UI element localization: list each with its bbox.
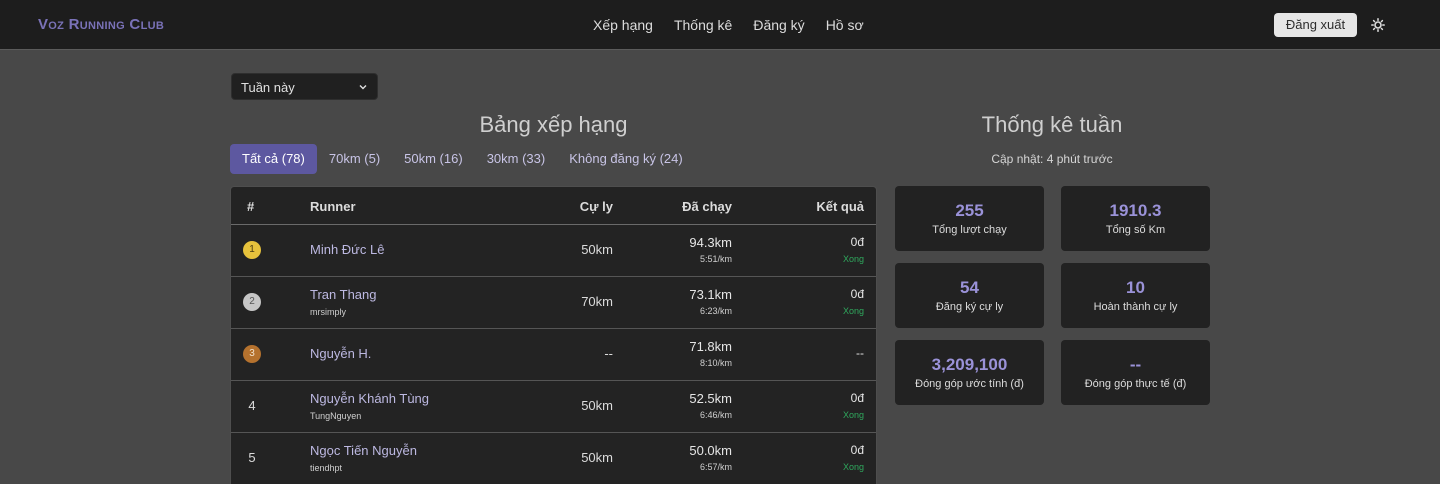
result-status: Xong xyxy=(842,410,864,420)
tab-30km[interactable]: 30km (33) xyxy=(475,144,558,174)
result-amount: -- xyxy=(856,346,864,360)
col-run: Đã chạy xyxy=(682,199,732,214)
km-run: 73.1km xyxy=(689,287,732,302)
km-run: 52.5km xyxy=(689,391,732,406)
nav-stats[interactable]: Thống kê xyxy=(674,17,732,33)
result-amount: 0đ xyxy=(850,235,864,249)
stat-value: 1910.3 xyxy=(1109,201,1162,220)
rank-number: 4 xyxy=(248,398,256,413)
table-row: 1 Minh Đức Lê 50km 94.3km 5:51/km 0đ Xon… xyxy=(231,225,876,277)
sun-icon[interactable] xyxy=(1371,18,1385,32)
table-header: # Runner Cự ly Đã chạy Kết quả xyxy=(231,187,876,225)
main-nav: Xếp hạng Thống kê Đăng ký Hồ sơ xyxy=(593,17,864,33)
pace: 5:51/km xyxy=(699,254,732,264)
tab-all[interactable]: Tất cả (78) xyxy=(230,144,317,174)
runner-name[interactable]: Ngọc Tiến Nguyễn xyxy=(310,443,417,458)
pace: 6:57/km xyxy=(699,462,732,472)
silver-medal-icon: 2 xyxy=(243,293,261,311)
leaderboard-title: Bảng xếp hạng xyxy=(479,112,628,137)
brand-logo[interactable]: Voz Running Club xyxy=(38,16,164,33)
stat-label: Đóng góp thực tế (đ) xyxy=(1084,378,1187,390)
col-runner: Runner xyxy=(310,199,356,214)
col-distance: Cự ly xyxy=(579,199,613,214)
chevron-down-icon xyxy=(359,85,367,90)
table-row: 2 Tran Thang mrsimply 70km 73.1km 6:23/k… xyxy=(231,277,876,329)
stat-card-actual-contribution: -- Đóng góp thực tế (đ) xyxy=(1061,340,1210,405)
km-run: 71.8km xyxy=(689,339,732,354)
bronze-medal-icon: 3 xyxy=(243,345,261,363)
stat-card-completed: 10 Hoàn thành cự ly xyxy=(1061,263,1210,328)
nav-profile[interactable]: Hồ sơ xyxy=(826,17,864,33)
runner-name[interactable]: Minh Đức Lê xyxy=(310,242,384,257)
stat-card-total-km: 1910.3 Tổng số Km xyxy=(1061,186,1210,251)
stat-label: Đóng góp ước tính (đ) xyxy=(915,378,1024,390)
stat-card-estimated-contribution: 3,209,100 Đóng góp ước tính (đ) xyxy=(895,340,1044,405)
rank-number: 5 xyxy=(248,450,256,465)
top-navbar: Voz Running Club Xếp hạng Thống kê Đăng … xyxy=(0,0,1440,50)
target-distance: 50km xyxy=(581,398,613,413)
nav-register[interactable]: Đăng ký xyxy=(753,17,804,33)
stat-value: 3,209,100 xyxy=(931,355,1008,374)
result-amount: 0đ xyxy=(850,443,864,457)
stat-label: Tổng số Km xyxy=(1105,224,1166,236)
result-status: Xong xyxy=(842,254,864,264)
period-select[interactable]: Tuần này xyxy=(231,73,378,100)
stat-label: Tổng lượt chạy xyxy=(932,224,1007,236)
runner-name[interactable]: Nguyễn Khánh Tùng xyxy=(310,391,429,406)
pace: 6:46/km xyxy=(699,410,732,420)
logout-button[interactable]: Đăng xuất xyxy=(1274,13,1357,37)
pace: 6:23/km xyxy=(699,306,732,316)
stat-value: 10 xyxy=(1126,278,1145,297)
tab-unregistered[interactable]: Không đăng ký (24) xyxy=(557,144,694,174)
runner-username: tiendhpt xyxy=(310,463,343,473)
target-distance: 50km xyxy=(581,450,613,465)
result-status: Xong xyxy=(842,462,864,472)
stat-value: 54 xyxy=(960,278,979,297)
tab-70km[interactable]: 70km (5) xyxy=(317,144,392,174)
nav-leaderboard[interactable]: Xếp hạng xyxy=(593,17,653,33)
table-row: 3 Nguyễn H. -- 71.8km 8:10/km -- xyxy=(231,329,876,381)
col-rank: # xyxy=(247,199,255,214)
result-status: Xong xyxy=(842,306,864,316)
table-row: 5 Ngọc Tiến Nguyễn tiendhpt 50km 50.0km … xyxy=(231,433,876,484)
runner-username: mrsimply xyxy=(310,307,346,317)
stat-value: 255 xyxy=(955,201,984,220)
runner-username: TungNguyen xyxy=(310,411,362,421)
km-run: 94.3km xyxy=(689,235,732,250)
period-select-value: Tuần này xyxy=(241,80,295,95)
target-distance: 70km xyxy=(581,294,613,309)
category-tabs: Tất cả (78) 70km (5) 50km (16) 30km (33)… xyxy=(230,144,695,174)
col-result: Kết quả xyxy=(816,199,864,214)
km-run: 50.0km xyxy=(689,443,732,458)
result-amount: 0đ xyxy=(850,391,864,405)
target-distance: 50km xyxy=(581,242,613,257)
gold-medal-icon: 1 xyxy=(243,241,261,259)
stat-label: Đăng ký cự ly xyxy=(935,301,1004,313)
stats-updated-time: Cập nhật: 4 phút trước xyxy=(991,152,1113,166)
leaderboard-table: # Runner Cự ly Đã chạy Kết quả 1 Minh Đứ… xyxy=(230,186,877,484)
stat-label: Hoàn thành cự ly xyxy=(1093,301,1178,313)
stat-card-registered: 54 Đăng ký cự ly xyxy=(895,263,1044,328)
stats-title: Thống kê tuần xyxy=(981,112,1123,137)
runner-name[interactable]: Tran Thang xyxy=(310,287,377,302)
runner-name[interactable]: Nguyễn H. xyxy=(310,346,371,361)
tab-50km[interactable]: 50km (16) xyxy=(392,144,475,174)
stat-value: -- xyxy=(1129,355,1142,374)
result-amount: 0đ xyxy=(850,287,864,301)
pace: 8:10/km xyxy=(699,358,732,368)
table-row: 4 Nguyễn Khánh Tùng TungNguyen 50km 52.5… xyxy=(231,381,876,433)
stat-card-total-runs: 255 Tổng lượt chạy xyxy=(895,186,1044,251)
target-distance: -- xyxy=(604,346,613,361)
